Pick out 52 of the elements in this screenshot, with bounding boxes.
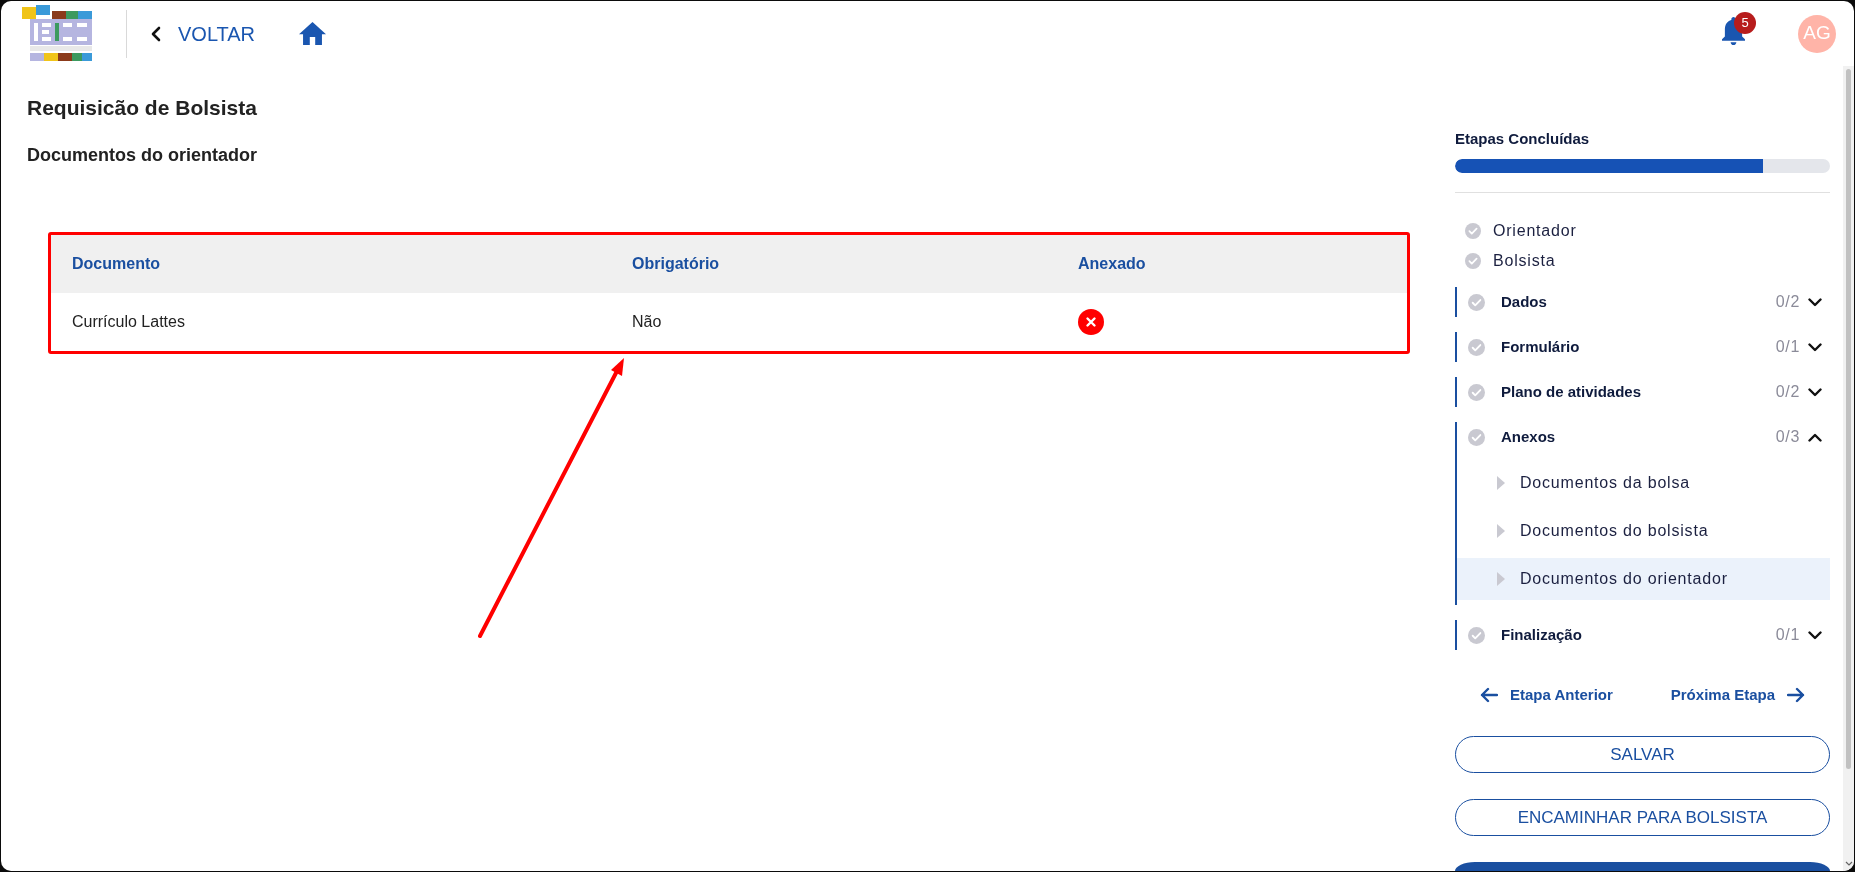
scrollbar-thumb[interactable] xyxy=(1846,69,1851,769)
outline-button[interactable]: ENCAMINHAR PARA BOLSISTA xyxy=(1455,799,1830,836)
chevron-left-icon xyxy=(151,25,161,42)
check-circle-icon xyxy=(1468,338,1485,356)
arrow-right-icon xyxy=(1787,687,1805,703)
chevron-up-icon[interactable] xyxy=(1808,432,1822,442)
previous-step-button[interactable]: Etapa Anterior xyxy=(1480,683,1613,707)
primary-button[interactable] xyxy=(1455,862,1830,871)
step-count: 0/2 xyxy=(1775,292,1800,312)
step-label[interactable]: Dados xyxy=(1501,290,1547,314)
step-label[interactable]: Plano de atividades xyxy=(1501,380,1642,404)
step-count: 0/1 xyxy=(1775,625,1800,645)
check-circle-icon xyxy=(1468,293,1485,311)
scroll-down-icon[interactable] xyxy=(1844,861,1853,866)
column-heading: Anexado xyxy=(1078,255,1146,272)
notification-badge: 5 xyxy=(1734,11,1756,34)
column-heading: Documento xyxy=(72,255,160,272)
triangle-icon xyxy=(1497,524,1505,538)
logo-drawing xyxy=(22,5,93,62)
next-step-button[interactable]: Próxima Etapa xyxy=(1670,683,1805,707)
page-title: Requisicão de Bolsista xyxy=(27,95,258,121)
substep-item[interactable]: Documentos do orientador xyxy=(1457,558,1830,600)
substep-item[interactable]: Documentos da bolsa xyxy=(1457,462,1830,504)
step-label[interactable]: Formulário xyxy=(1501,335,1580,359)
chevron-down-icon[interactable] xyxy=(1808,387,1822,397)
step-count: 0/3 xyxy=(1775,427,1800,447)
step-count: 0/1 xyxy=(1775,337,1800,357)
outline-button[interactable]: SALVAR xyxy=(1455,736,1830,773)
participant-label: Orientador xyxy=(1493,221,1577,241)
panel-title: Etapas Concluídas xyxy=(1455,130,1591,148)
triangle-icon xyxy=(1497,476,1505,490)
check-circle-icon xyxy=(1468,428,1485,446)
check-circle-icon xyxy=(1468,383,1485,401)
back-button[interactable]: VOLTAR xyxy=(151,21,256,46)
chevron-down-icon[interactable] xyxy=(1808,342,1822,352)
triangle-icon xyxy=(1497,572,1505,586)
check-circle-icon xyxy=(1465,253,1481,269)
required-value: Não xyxy=(632,313,662,330)
step-label[interactable]: Anexos xyxy=(1501,425,1556,449)
chevron-down-icon[interactable] xyxy=(1808,630,1822,640)
step-count: 0/2 xyxy=(1775,382,1800,402)
check-circle-icon xyxy=(1465,223,1481,239)
arrow-left-icon xyxy=(1480,687,1498,703)
column-heading: Obrigatório xyxy=(632,255,720,272)
check-circle-icon xyxy=(1468,626,1485,644)
chevron-down-icon[interactable] xyxy=(1808,297,1822,307)
section-title: Documentos do orientador xyxy=(27,144,258,166)
home-icon[interactable] xyxy=(299,22,327,45)
step-label[interactable]: Finalização xyxy=(1501,623,1582,647)
substep-item[interactable]: Documentos do bolsista xyxy=(1457,510,1830,552)
participant-label: Bolsista xyxy=(1493,251,1556,271)
document-name: Currículo Lattes xyxy=(72,313,185,330)
